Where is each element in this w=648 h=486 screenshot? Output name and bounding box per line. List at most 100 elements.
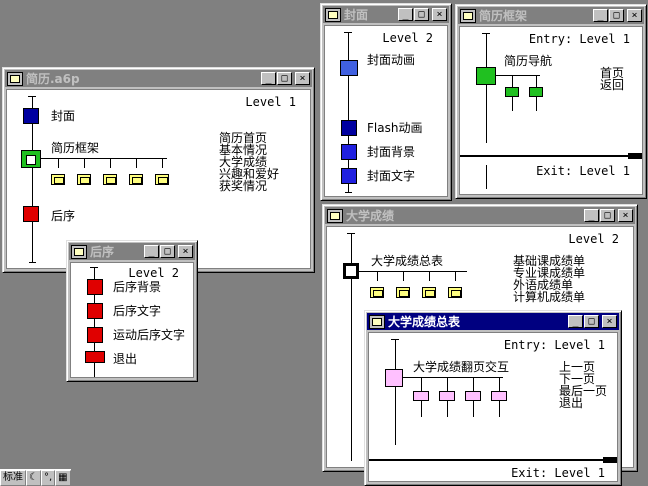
close-button[interactable]: × — [178, 245, 193, 258]
close-button[interactable]: × — [295, 72, 310, 85]
cover-window[interactable]: 封面 _ □ × Level 2 封面动画 Flash动画 封面背景 封面文字 — [320, 3, 452, 201]
map-icon[interactable] — [103, 174, 117, 185]
flow-item-epilogue[interactable]: 后序 — [51, 210, 75, 223]
framework-icon[interactable] — [343, 263, 359, 279]
response-icon[interactable] — [529, 87, 543, 97]
minimize-button[interactable]: _ — [144, 245, 159, 258]
flowline-end-marker — [345, 192, 352, 193]
grades-table-window[interactable]: 大学成绩总表 _ □ × Entry: Level 1 大学成绩翻页交互 上一页 下… — [364, 310, 622, 486]
display-icon-red[interactable] — [87, 279, 103, 295]
map-icon[interactable] — [422, 287, 436, 298]
resume-titlebar[interactable]: 简历.a6p _ □ × — [5, 70, 312, 87]
close-button[interactable]: × — [432, 8, 447, 21]
display-icon[interactable] — [341, 168, 357, 184]
epilogue-title: 后序 — [90, 245, 115, 259]
flow-item-frame[interactable]: 简历框架 — [51, 142, 99, 155]
branch-tick — [58, 158, 59, 168]
flow-item-grades-table[interactable]: 大学成绩总表 — [371, 255, 443, 268]
flowline-window-icon — [327, 208, 343, 223]
flowline-end-marker — [29, 262, 36, 263]
display-icon[interactable] — [341, 144, 357, 160]
map-icon[interactable] — [396, 287, 410, 298]
response-icon[interactable] — [491, 391, 507, 401]
grades-table-title: 大学成绩总表 — [388, 315, 461, 329]
frame-titlebar[interactable]: 简历框架 _ □ × — [458, 7, 644, 24]
minimize-button[interactable]: _ — [568, 315, 583, 328]
digital-movie-icon[interactable] — [340, 60, 358, 76]
grades-titlebar[interactable]: 大学成绩 _ □ × — [325, 207, 635, 224]
ime-mode-label[interactable]: 标准 — [0, 470, 26, 486]
interaction-icon[interactable] — [385, 369, 403, 387]
flow-item-nav[interactable]: 简历导航 — [504, 55, 552, 68]
maximize-button[interactable]: □ — [609, 9, 624, 22]
grades-table-titlebar[interactable]: 大学成绩总表 _ □ × — [367, 313, 619, 330]
display-icon[interactable] — [23, 108, 39, 124]
map-icon[interactable] — [448, 287, 462, 298]
flow-item-cover-text[interactable]: 封面文字 — [367, 170, 415, 183]
calculation-icon[interactable] — [85, 351, 105, 363]
response-icon[interactable] — [505, 87, 519, 97]
flowline — [395, 339, 396, 445]
minimize-button[interactable]: _ — [593, 9, 608, 22]
display-icon-red[interactable] — [87, 303, 103, 319]
moon-icon[interactable]: ☾ — [26, 470, 41, 486]
epilogue-window[interactable]: 后序 _ □ × Level 2 后序背景 后序文字 运动后序文字 退出 — [66, 240, 198, 382]
close-button[interactable]: × — [618, 209, 633, 222]
level-label: Level 2 — [382, 31, 433, 45]
minimize-button[interactable]: _ — [584, 209, 599, 222]
maximize-button[interactable]: □ — [414, 8, 429, 21]
flow-item-cover-animation[interactable]: 封面动画 — [367, 54, 415, 67]
page-list-3: 退出 — [559, 396, 584, 410]
cover-flowline-area[interactable]: Level 2 封面动画 Flash动画 封面背景 封面文字 — [324, 25, 448, 197]
exit-label: Exit: Level 1 — [511, 466, 605, 480]
map-icon[interactable] — [129, 174, 143, 185]
punctuation-icon[interactable]: °, — [40, 470, 56, 486]
response-icon[interactable] — [413, 391, 429, 401]
framework-icon[interactable] — [21, 150, 41, 168]
flow-item-epilogue-bg[interactable]: 后序背景 — [113, 281, 161, 294]
map-icon[interactable] — [51, 174, 65, 185]
flow-item-flash[interactable]: Flash动画 — [367, 122, 422, 135]
level-label: Level 1 — [245, 95, 296, 109]
flowline-window-icon — [325, 7, 341, 22]
flash-icon[interactable] — [341, 120, 357, 136]
flow-item-cover[interactable]: 封面 — [51, 110, 75, 123]
map-icon[interactable] — [77, 174, 91, 185]
flow-item-epilogue-text[interactable]: 后序文字 — [113, 305, 161, 318]
exit-divider — [460, 155, 642, 157]
branch-tick — [403, 271, 404, 281]
flowline-window-icon — [369, 314, 385, 329]
flow-item-interaction[interactable]: 大学成绩翻页交互 — [413, 361, 509, 374]
cover-titlebar[interactable]: 封面 _ □ × — [323, 6, 449, 23]
flow-item-motion-text[interactable]: 运动后序文字 — [113, 329, 185, 342]
level-label: Level 2 — [128, 266, 179, 280]
keyboard-icon[interactable]: ▦ — [55, 470, 71, 486]
exit-flowline — [486, 165, 487, 189]
response-icon[interactable] — [439, 391, 455, 401]
minimize-button[interactable]: _ — [398, 8, 413, 21]
flow-item-cover-bg[interactable]: 封面背景 — [367, 146, 415, 159]
maximize-button[interactable]: □ — [584, 315, 599, 328]
maximize-button[interactable]: □ — [160, 245, 175, 258]
map-icon[interactable] — [370, 287, 384, 298]
flow-item-exit[interactable]: 退出 — [113, 353, 137, 366]
epilogue-titlebar[interactable]: 后序 _ □ × — [69, 243, 195, 260]
frame-window[interactable]: 简历框架 _ □ × Entry: Level 1 简历导航 首页 返回 Exit:… — [455, 4, 647, 199]
display-icon-red[interactable] — [23, 206, 39, 222]
epilogue-flowline-area[interactable]: Level 2 后序背景 后序文字 运动后序文字 退出 — [70, 262, 194, 378]
grades-table-flowline-area[interactable]: Entry: Level 1 大学成绩翻页交互 上一页 下一页 最后一页 退出 … — [368, 332, 618, 482]
frame-flowline-area[interactable]: Entry: Level 1 简历导航 首页 返回 Exit: Level 1 — [459, 26, 643, 195]
ime-toolbar[interactable]: 标准 ☾ °, ▦ — [0, 469, 71, 486]
branch-tick — [429, 271, 430, 281]
interaction-icon[interactable] — [476, 67, 496, 85]
map-icon[interactable] — [155, 174, 169, 185]
maximize-button[interactable]: □ — [600, 209, 615, 222]
close-button[interactable]: × — [627, 9, 642, 22]
motion-icon[interactable] — [87, 327, 103, 343]
close-button[interactable]: × — [602, 315, 617, 328]
minimize-button[interactable]: _ — [261, 72, 276, 85]
flowline-window-icon — [71, 244, 87, 259]
branch-tick — [110, 158, 111, 168]
maximize-button[interactable]: □ — [277, 72, 292, 85]
response-icon[interactable] — [465, 391, 481, 401]
